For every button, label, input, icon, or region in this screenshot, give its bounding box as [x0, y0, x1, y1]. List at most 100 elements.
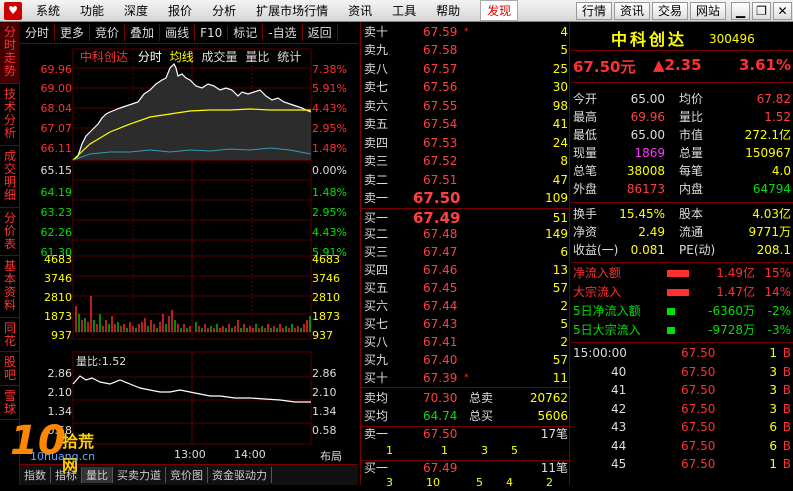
ask-row[interactable]: 卖十 67.59 * 4	[361, 24, 571, 41]
legend-stats[interactable]: 统计	[277, 50, 301, 64]
toolbar-more[interactable]: 更多	[55, 24, 91, 41]
menu-ext-market[interactable]: 扩展市场行情	[256, 2, 328, 19]
ratio-label: 2.10	[312, 386, 337, 399]
toolbar-overlay[interactable]: 叠加	[125, 24, 161, 41]
toolbar-back[interactable]: 返回	[303, 24, 338, 41]
vol-label: 2810	[312, 291, 340, 304]
pct-label: 2.95%	[312, 206, 347, 219]
menu-tools[interactable]: 工具	[392, 2, 416, 19]
toolbar-mark[interactable]: 标记	[228, 24, 264, 41]
sidebar-item-guba[interactable]: 股吧	[0, 352, 20, 386]
minimize-icon[interactable]: ▁	[731, 2, 750, 20]
vol-label: 937	[312, 329, 333, 342]
menu-help[interactable]: 帮助	[436, 2, 460, 19]
price-change: ▲2.35	[653, 56, 702, 74]
pct-label: 1.48%	[312, 142, 347, 155]
app-logo-icon: ♥	[4, 1, 22, 20]
ask-row[interactable]: 卖四 67.53 24	[361, 135, 571, 152]
bid-row[interactable]: 买七 67.43 5	[361, 316, 571, 333]
sidebar-item-tonghua[interactable]: 同花	[0, 318, 20, 352]
pct-label: 1.48%	[312, 186, 347, 199]
chart-toolbar: 分时 更多 竞价 叠加 画线 F10 标记 -自选 返回	[20, 22, 358, 44]
menu-analysis[interactable]: 分析	[212, 2, 236, 19]
bid-row[interactable]: 买八 67.41 2	[361, 334, 571, 351]
toolbar-draw[interactable]: 画线	[160, 24, 196, 41]
ask-row[interactable]: 卖九 67.58 5	[361, 42, 571, 59]
ask-row[interactable]: 卖六 67.55 98	[361, 98, 571, 115]
divider	[571, 82, 793, 83]
quote-row: 总笔 38008 每笔 4.0	[573, 164, 791, 178]
price-label: 65.15	[40, 164, 73, 177]
bid-row[interactable]: 买六 67.44 2	[361, 298, 571, 315]
menu-quote[interactable]: 报价	[168, 2, 192, 19]
sidebar-item-pricetable[interactable]: 分价表	[0, 208, 20, 256]
ask-row-best[interactable]: 卖一 67.50 109	[361, 188, 571, 208]
sidebar-item-timeshare[interactable]: 分时走势	[0, 22, 20, 84]
toolbar-timeshare[interactable]: 分时	[20, 24, 56, 41]
tab-trade[interactable]: 交易	[652, 2, 688, 20]
flow-row: 净流入额 1.49亿 15%	[573, 266, 791, 280]
quote-row: 净资 2.49 流通 9771万	[573, 225, 791, 239]
tick-row: 44 67.50 6 B	[611, 439, 791, 453]
sidebar-item-profile[interactable]: 基本资料	[0, 256, 20, 318]
bid-row[interactable]: 买三 67.47 6	[361, 244, 571, 261]
sell1-split: 1 1 3 5	[386, 444, 518, 457]
tab-auction[interactable]: 竞价图	[166, 467, 208, 483]
tab-fund[interactable]: 资金驱动力	[208, 467, 272, 483]
tab-force[interactable]: 买卖力道	[113, 467, 166, 483]
sidebar-item-xueqiu[interactable]: 雪球	[0, 386, 20, 420]
tab-news[interactable]: 资讯	[614, 2, 650, 20]
sidebar-item-tech[interactable]: 技术分析	[0, 84, 20, 146]
toolbar-watchlist[interactable]: -自选	[263, 24, 303, 41]
ask-row[interactable]: 卖五 67.54 41	[361, 116, 571, 133]
tick-row: 43 67.50 6 B	[611, 420, 791, 434]
ask-row[interactable]: 卖七 67.56 30	[361, 79, 571, 96]
tab-website[interactable]: 网站	[690, 2, 726, 20]
ask-row[interactable]: 卖三 67.52 8	[361, 153, 571, 170]
maximize-icon[interactable]: ❐	[752, 2, 771, 20]
chart-legend: 中科创达 分时 均线 成交量 量比 统计	[80, 48, 301, 65]
tick-row: 45 67.50 1 B	[611, 457, 791, 471]
price-label: 68.04	[40, 102, 73, 115]
legend-volume: 成交量	[201, 50, 238, 64]
pct-label: 0.00%	[312, 164, 347, 177]
tick-row: 15:00:00 67.50 1 B	[573, 346, 791, 360]
ask-row[interactable]: 卖八 67.57 25	[361, 61, 571, 78]
close-icon[interactable]: ✕	[773, 2, 792, 20]
toolbar-auction[interactable]: 竞价	[90, 24, 126, 41]
divider	[571, 262, 793, 263]
bid-row[interactable]: 买九 67.40 57	[361, 352, 571, 369]
chart-title: 中科创达	[80, 50, 129, 64]
menu-discover[interactable]: 发现	[480, 0, 519, 21]
bid-row[interactable]: 买四 67.46 13	[361, 262, 571, 279]
price-label: 69.00	[40, 82, 73, 95]
legend-timeshare: 分时	[137, 50, 162, 64]
vol-label: 4683	[44, 253, 72, 266]
bid-row[interactable]: 买十 67.39 * 11	[361, 370, 571, 387]
sidebar-item-deals[interactable]: 成交明细	[0, 146, 20, 208]
layout-button[interactable]: 布局	[320, 448, 342, 464]
toolbar-f10[interactable]: F10	[195, 25, 229, 40]
bid-row[interactable]: 买五 67.45 57	[361, 280, 571, 297]
sell1-detail: 卖一 67.50 17笔	[364, 427, 568, 441]
buy1-split: 3 10 5 4 2	[386, 476, 553, 489]
bid-row[interactable]: 买二 67.48 149	[361, 226, 571, 243]
pct-label: 4.43%	[312, 102, 347, 115]
quote-row: 换手 15.45% 股本 4.03亿	[573, 207, 791, 221]
menu-news[interactable]: 资讯	[348, 2, 372, 19]
vol-label: 3746	[44, 272, 72, 285]
bid-row-best[interactable]: 买一 67.49 51	[361, 208, 571, 228]
pct-label: 4.43%	[312, 226, 347, 239]
ask-row[interactable]: 卖二 67.51 47	[361, 172, 571, 189]
menu-system[interactable]: 系统	[36, 2, 60, 19]
vol-label: 4683	[312, 253, 340, 266]
vol-label: 937	[51, 329, 72, 342]
tab-quote[interactable]: 行情	[576, 2, 612, 20]
price-label: 66.11	[40, 142, 73, 155]
ratio-title: 量比:1.52	[76, 355, 127, 368]
divider	[571, 50, 793, 51]
menu-depth[interactable]: 深度	[124, 2, 148, 19]
menu-function[interactable]: 功能	[80, 2, 104, 19]
tick-row: 42 67.50 3 B	[611, 402, 791, 416]
tick-row: 41 67.50 3 B	[611, 383, 791, 397]
